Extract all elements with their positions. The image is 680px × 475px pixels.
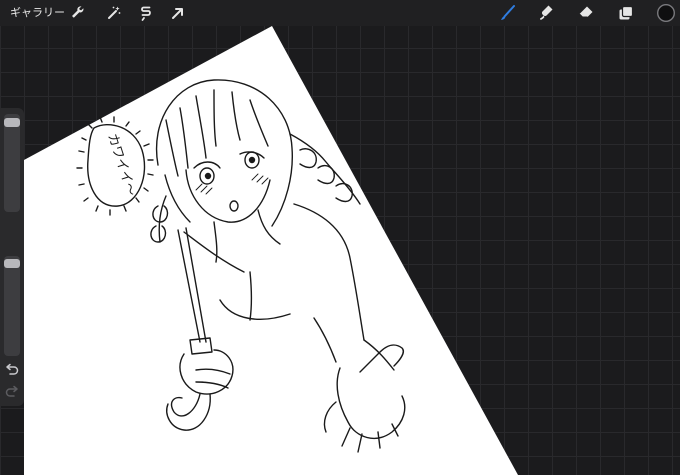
canvas-paper <box>24 26 518 475</box>
opacity-thumb[interactable] <box>4 259 20 268</box>
gallery-button[interactable]: ギャラリー <box>10 5 65 21</box>
eraser-icon[interactable] <box>576 3 596 23</box>
wrench-icon[interactable] <box>68 3 88 23</box>
undo-icon[interactable] <box>3 362 21 378</box>
magic-wand-icon[interactable] <box>104 3 124 23</box>
color-swatch[interactable] <box>656 3 676 23</box>
brush-size-thumb[interactable] <box>4 118 20 127</box>
redo-icon[interactable] <box>3 384 21 400</box>
top-toolbar: ギャラリー <box>0 0 680 26</box>
layers-icon[interactable] <box>616 3 636 23</box>
transform-arrow-icon[interactable] <box>168 3 188 23</box>
brush-size-slider[interactable] <box>4 114 20 212</box>
brush-icon[interactable] <box>498 3 518 23</box>
selection-icon[interactable] <box>136 3 156 23</box>
smudge-icon[interactable] <box>536 3 556 23</box>
drawing-canvas[interactable]: カワイイ〜 <box>0 0 680 475</box>
procreate-app: ギャラリー カワイイ〜 <box>0 0 680 475</box>
left-sidebar <box>0 108 24 406</box>
opacity-slider[interactable] <box>4 256 20 356</box>
